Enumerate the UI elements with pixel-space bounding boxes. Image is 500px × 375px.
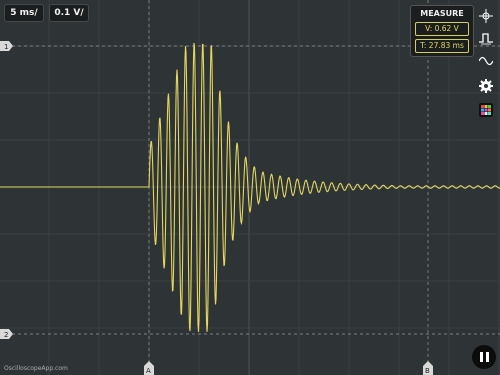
gear-icon[interactable] — [478, 78, 494, 94]
volts-per-div-button[interactable]: 0.1 V/ — [49, 4, 89, 22]
time-readout[interactable]: T: 27.83 ms — [415, 39, 469, 53]
level-1-marker[interactable]: 1 — [0, 41, 13, 51]
level-2-marker[interactable]: 2 — [0, 329, 13, 339]
sine-icon[interactable] — [478, 53, 494, 69]
oscilloscope-screen[interactable]: 1 2 A B 5 ms/ 0.1 V/ MEASURE V: 0.62 V T… — [0, 0, 500, 375]
cursor-b-label: B — [425, 367, 430, 375]
pulse-icon[interactable] — [478, 30, 494, 46]
voltage-readout[interactable]: V: 0.62 V — [415, 22, 469, 36]
level-1-label: 1 — [4, 43, 8, 51]
cursor-a-marker[interactable]: A — [144, 361, 154, 375]
pause-icon[interactable] — [472, 345, 496, 369]
cursor-a-label: A — [146, 367, 151, 375]
watermark: OscilloscopeApp.com — [4, 365, 68, 372]
level-2-label: 2 — [4, 331, 8, 339]
color-grid-icon[interactable] — [478, 102, 494, 118]
measure-title: MEASURE — [420, 9, 464, 18]
timebase-button[interactable]: 5 ms/ — [4, 4, 44, 22]
measure-panel: MEASURE V: 0.62 V T: 27.83 ms — [410, 5, 474, 57]
crosshair-icon[interactable] — [478, 8, 494, 24]
cursor-b-marker[interactable]: B — [423, 361, 433, 375]
